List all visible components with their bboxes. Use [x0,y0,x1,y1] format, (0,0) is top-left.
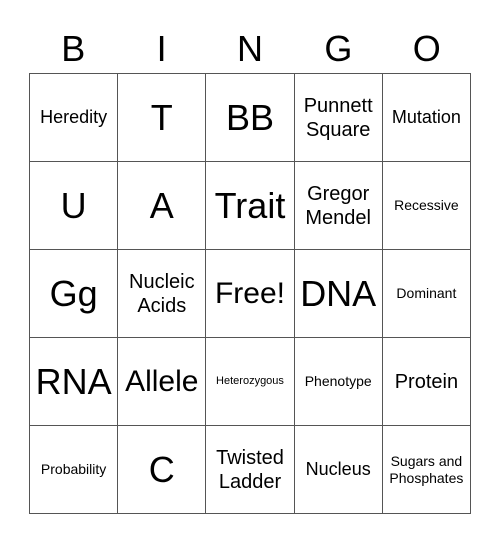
header-letter-n: N [236,28,263,69]
bingo-cell[interactable]: RNA [30,338,119,426]
bingo-cell[interactable]: U [30,162,119,250]
cell-label: Free! [214,276,285,310]
cell-label: Nucleic Acids [129,270,195,317]
bingo-cell[interactable]: Protein [382,338,471,426]
bingo-cell[interactable]: C [118,426,207,514]
cell-label: RNA [35,360,112,402]
bingo-cell[interactable]: Punnett Square [294,74,383,162]
cell-label: Phenotype [304,373,372,390]
bingo-cell[interactable]: Free! [206,250,295,338]
header-letter-o: O [412,28,441,69]
bingo-cell[interactable]: Trait [206,162,295,250]
bingo-cell[interactable]: Sugars and Phosphates [382,426,471,514]
bingo-cell[interactable]: Heredity [30,74,119,162]
cell-label: Protein [394,370,459,393]
bingo-cell[interactable]: A [118,162,207,250]
cell-label: Sugars and Phosphates [389,452,464,486]
bingo-cell[interactable]: Dominant [382,250,471,338]
bingo-cell[interactable]: Nucleus [294,426,383,514]
header-letter-b: B [61,28,86,69]
cell-label: U [60,184,87,226]
cell-label: Gg [49,272,98,314]
cell-label: Probability [40,461,107,478]
cell-label: Dominant [396,285,457,302]
header-letter-i: I [156,28,167,69]
cell-label: T [150,96,173,138]
bingo-card: Heredity T BB Punnett Square Mutation U A Trait… [29,73,471,514]
cell-label: Allele [125,364,199,398]
cell-label: Gregor Mendel [305,182,371,229]
bingo-cell[interactable]: BB [206,74,295,162]
cell-label: DNA [300,272,377,314]
cell-label: Trait [214,184,286,226]
cell-label: Twisted Ladder [216,446,284,493]
bingo-cell[interactable]: Recessive [382,162,471,250]
cell-label: BB [225,96,274,138]
bingo-cell[interactable]: Allele [118,338,207,426]
cell-label: A [149,184,174,226]
bingo-cell[interactable]: DNA [294,250,383,338]
cell-label: Mutation [391,106,461,127]
bingo-header: B I N G O [29,24,471,74]
cell-label: Recessive [394,197,459,214]
bingo-cell[interactable]: Heterozygous [206,338,295,426]
cell-label: Heredity [40,106,108,127]
bingo-cell[interactable]: Nucleic Acids [118,250,207,338]
bingo-cell[interactable]: Gregor Mendel [294,162,383,250]
bingo-cell[interactable]: Probability [30,426,119,514]
cell-label: Heterozygous [216,374,284,387]
bingo-cell[interactable]: Mutation [382,74,471,162]
bingo-cell[interactable]: T [118,74,207,162]
bingo-cell[interactable]: Twisted Ladder [206,426,295,514]
header-letter-g: G [324,28,353,69]
cell-label: C [148,448,175,490]
cell-label: Nucleus [305,458,371,479]
bingo-cell[interactable]: Gg [30,250,119,338]
bingo-cell[interactable]: Phenotype [294,338,383,426]
cell-label: Punnett Square [303,94,373,141]
